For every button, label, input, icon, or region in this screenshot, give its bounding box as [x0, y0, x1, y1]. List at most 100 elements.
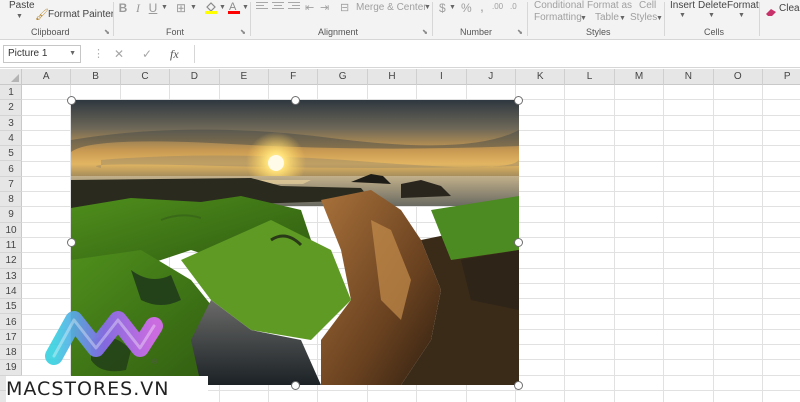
resize-handle-top[interactable] [291, 96, 300, 105]
format-button[interactable]: Format [727, 0, 759, 11]
resize-handle-bottom[interactable] [291, 381, 300, 390]
row-header-16[interactable]: 16 [0, 315, 22, 330]
name-box-dropdown-icon[interactable]: ▼ [69, 46, 76, 62]
row-header-3[interactable]: 3 [0, 116, 22, 131]
column-header-m[interactable]: M [615, 69, 665, 85]
format-painter-button[interactable]: Format Painter [48, 9, 114, 20]
font-color-icon[interactable]: A [228, 0, 240, 14]
italic-button[interactable]: I [133, 1, 143, 15]
resize-handle-bottom-right[interactable] [514, 381, 523, 390]
column-header-d[interactable]: D [170, 69, 220, 85]
borders-dropdown-icon[interactable]: ▼ [190, 4, 197, 11]
cancel-icon[interactable]: ✕ [114, 47, 124, 61]
resize-handle-right[interactable] [514, 238, 523, 247]
row-header-19[interactable]: 19 [0, 360, 22, 376]
row-header-5[interactable]: 5 [0, 146, 22, 162]
cell-styles-dropdown-icon[interactable]: ▼ [656, 15, 663, 22]
row-header-12[interactable]: 12 [0, 253, 22, 269]
column-header-f[interactable]: F [269, 69, 319, 85]
borders-icon[interactable]: ⊞ [174, 1, 188, 15]
column-header-a[interactable]: A [22, 69, 72, 85]
merge-center-button[interactable]: Merge & Center [356, 2, 427, 13]
row-header-1[interactable]: 1 [0, 85, 22, 101]
row-header-11[interactable]: 11 [0, 238, 22, 254]
align-left-icon[interactable] [256, 2, 268, 12]
row-header-14[interactable]: 14 [0, 284, 22, 300]
percent-button[interactable]: % [461, 1, 472, 15]
delete-button[interactable]: Delete [698, 0, 727, 11]
column-header-p[interactable]: P [763, 69, 800, 85]
row-header-9[interactable]: 9 [0, 207, 22, 223]
name-box-value: Picture 1 [8, 48, 48, 59]
row-header-17[interactable]: 17 [0, 330, 22, 346]
conditional-formatting-label-1[interactable]: Conditional [534, 0, 584, 11]
insert-dropdown-icon[interactable]: ▼ [679, 12, 686, 19]
delete-dropdown-icon[interactable]: ▼ [708, 12, 715, 19]
increase-decimal-button[interactable]: .00 [492, 2, 503, 11]
row-header-6[interactable]: 6 [0, 162, 22, 177]
format-as-table-label-2[interactable]: Table [595, 12, 619, 23]
name-box[interactable]: Picture 1 ▼ [3, 45, 81, 63]
format-as-table-dropdown-icon[interactable]: ▼ [619, 15, 626, 22]
resize-handle-left[interactable] [67, 238, 76, 247]
column-header-i[interactable]: I [417, 69, 467, 85]
column-header-b[interactable]: B [71, 69, 121, 85]
column-header-j[interactable]: J [467, 69, 516, 85]
underline-dropdown-icon[interactable]: ▼ [161, 4, 168, 11]
more-options-icon[interactable]: ⋮ [93, 47, 104, 60]
font-launcher-icon[interactable]: ⬊ [240, 28, 246, 36]
row-header-8[interactable]: 8 [0, 192, 22, 208]
row-header-2[interactable]: 2 [0, 100, 22, 116]
column-header-h[interactable]: H [368, 69, 418, 85]
font-color-dropdown-icon[interactable]: ▼ [242, 4, 249, 11]
bold-button[interactable]: B [117, 1, 129, 15]
column-header-l[interactable]: L [565, 69, 615, 85]
resize-handle-top-left[interactable] [67, 96, 76, 105]
row-header-7[interactable]: 7 [0, 177, 22, 193]
formula-input[interactable] [194, 45, 797, 63]
decrease-indent-icon[interactable]: ⇤ [305, 1, 314, 14]
currency-dropdown-icon[interactable]: ▼ [449, 4, 456, 11]
conditional-formatting-dropdown-icon[interactable]: ▼ [580, 15, 587, 22]
clear-button[interactable]: Clear [779, 3, 800, 14]
function-icon[interactable]: fx [170, 47, 179, 62]
clipboard-launcher-icon[interactable]: ⬊ [104, 28, 110, 36]
format-dropdown-icon[interactable]: ▼ [738, 12, 745, 19]
comma-style-button[interactable]: , [480, 0, 484, 14]
enter-icon[interactable]: ✓ [142, 47, 152, 61]
row-header-15[interactable]: 15 [0, 299, 22, 315]
align-center-icon[interactable] [272, 2, 284, 12]
conditional-formatting-label-2[interactable]: Formatting [534, 12, 582, 23]
merge-dropdown-icon[interactable]: ▼ [424, 4, 431, 11]
fill-color-dropdown-icon[interactable]: ▼ [219, 4, 226, 11]
column-header-c[interactable]: C [121, 69, 171, 85]
currency-button[interactable]: $ [439, 1, 446, 15]
alignment-launcher-icon[interactable]: ⬊ [422, 28, 428, 36]
row-header-13[interactable]: 13 [0, 269, 22, 284]
number-launcher-icon[interactable]: ⬊ [517, 28, 523, 36]
column-header-e[interactable]: E [220, 69, 269, 85]
column-header-o[interactable]: O [714, 69, 763, 85]
column-header-k[interactable]: K [516, 69, 566, 85]
merge-center-icon[interactable]: ⊟ [340, 1, 349, 14]
resize-handle-top-right[interactable] [514, 96, 523, 105]
paste-button[interactable]: Paste [9, 0, 35, 11]
cell-styles-label-2[interactable]: Styles [630, 12, 657, 23]
column-header-g[interactable]: G [318, 69, 368, 85]
select-all-icon[interactable] [0, 69, 22, 85]
fill-color-icon[interactable] [204, 0, 218, 14]
underline-button[interactable]: U [147, 1, 159, 15]
clear-eraser-icon[interactable] [765, 4, 777, 16]
row-header-18[interactable]: 18 [0, 345, 22, 361]
column-header-n[interactable]: N [664, 69, 714, 85]
row-header-4[interactable]: 4 [0, 131, 22, 147]
insert-button[interactable]: Insert [670, 0, 695, 11]
decrease-decimal-button[interactable]: .0 [510, 2, 517, 11]
row-header-10[interactable]: 10 [0, 223, 22, 238]
cell-styles-label-1[interactable]: Cell [639, 0, 656, 11]
format-as-table-label-1[interactable]: Format as [587, 0, 632, 11]
paste-dropdown-icon[interactable]: ▼ [16, 13, 23, 20]
align-right-icon[interactable] [288, 2, 300, 12]
increase-indent-icon[interactable]: ⇥ [320, 1, 329, 14]
ribbon-separator [664, 2, 665, 36]
